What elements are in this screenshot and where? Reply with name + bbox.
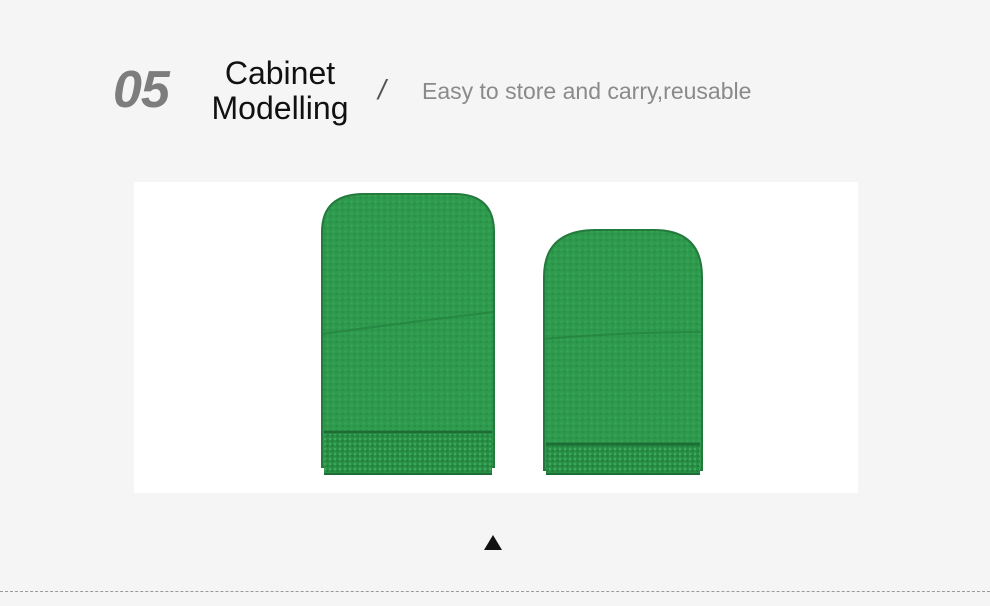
up-triangle-icon	[484, 535, 502, 550]
section-number: 05	[113, 61, 170, 119]
section-title-line2: Modelling	[211, 90, 349, 126]
product-photo	[134, 182, 858, 493]
small-mitt	[543, 229, 703, 475]
section-title-line1: Cabinet	[224, 55, 336, 91]
section-subtitle: Easy to store and carry,reusable	[422, 78, 752, 104]
section-header: 05 Cabinet Modelling / Easy to store and…	[0, 0, 990, 140]
large-mitt	[321, 193, 495, 475]
title-separator: /	[378, 74, 386, 105]
mitts-illustration	[321, 193, 703, 475]
dashed-divider	[0, 591, 990, 592]
section-title: Cabinet Modelling	[195, 56, 365, 126]
